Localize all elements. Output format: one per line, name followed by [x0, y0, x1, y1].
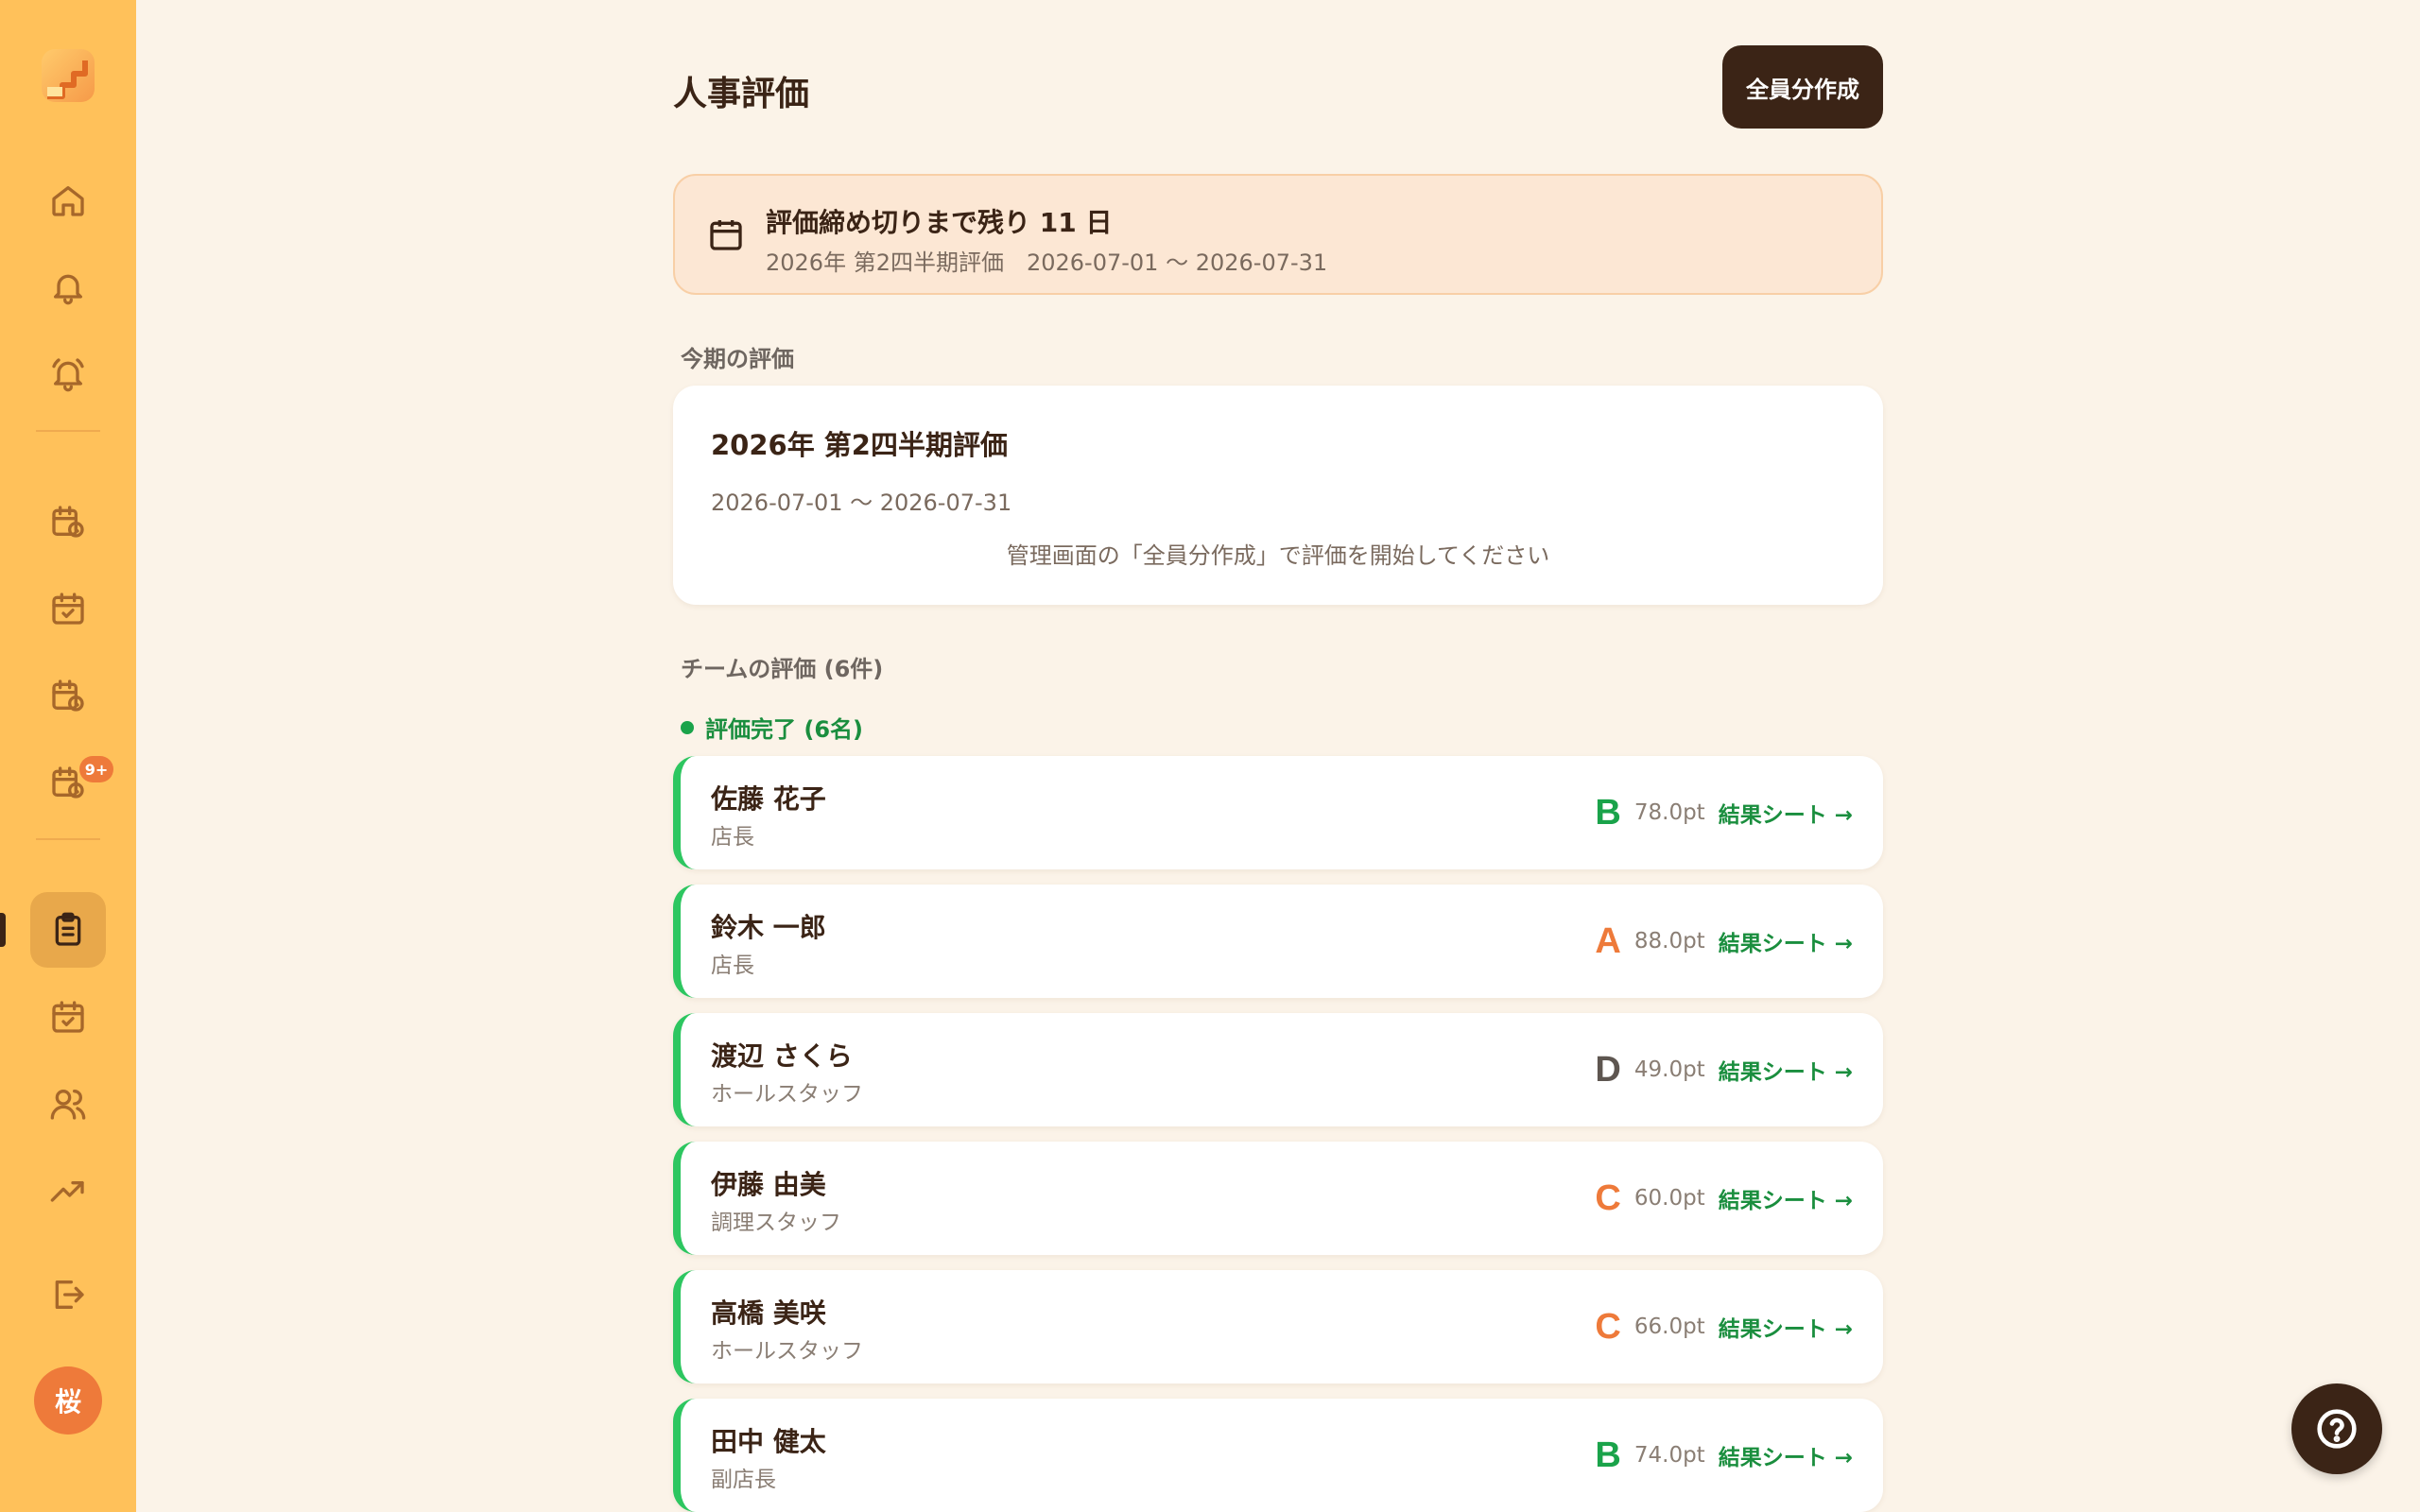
- member-role: 調理スタッフ: [711, 1211, 841, 1235]
- member-role: ホールスタッフ: [711, 1082, 863, 1107]
- calendar-clock-icon: [52, 679, 84, 712]
- page-title: 人事評価: [673, 75, 810, 113]
- member-result: A 88.0pt 結果シート →: [1595, 885, 1853, 998]
- deadline-title: 評価締め切りまで残り 11 日: [766, 207, 1113, 238]
- sidebar-divider: [36, 430, 100, 432]
- nav-home[interactable]: [30, 163, 106, 238]
- nav-calendar[interactable]: [30, 979, 106, 1055]
- member-result: B 74.0pt 結果シート →: [1595, 1399, 1853, 1512]
- current-section-label: 今期の評価: [681, 346, 794, 372]
- trending-up-icon: [50, 1181, 84, 1202]
- current-evaluation-title: 2026年 第2四半期評価: [711, 429, 1008, 461]
- nav-evaluation[interactable]: [30, 892, 106, 968]
- result-sheet-link[interactable]: 結果シート →: [1719, 1439, 1853, 1471]
- result-sheet-link[interactable]: 結果シート →: [1719, 925, 1853, 957]
- member-grade: D: [1595, 1049, 1621, 1090]
- member-score: 88.0pt: [1634, 929, 1705, 954]
- calendar-check-icon: [52, 1001, 84, 1033]
- member-name: 田中 健太: [711, 1426, 826, 1457]
- member-card[interactable]: 田中 健太副店長 B 74.0pt 結果シート →: [673, 1399, 1883, 1512]
- create-all-button[interactable]: 全員分作成: [1722, 45, 1883, 129]
- nav-alerts[interactable]: [30, 336, 106, 412]
- member-grade: C: [1595, 1177, 1621, 1218]
- bell-ring-icon: [52, 358, 84, 392]
- member-name: 伊藤 由美: [711, 1169, 826, 1200]
- app-logo[interactable]: [34, 42, 102, 110]
- calendar-check-icon: [52, 593, 84, 625]
- member-score: 74.0pt: [1634, 1443, 1705, 1468]
- nav-schedule[interactable]: [30, 571, 106, 646]
- member-name: 渡辺 さくら: [711, 1040, 853, 1072]
- member-card[interactable]: 佐藤 花子店長 B 78.0pt 結果シート →: [673, 756, 1883, 869]
- active-indicator: [0, 913, 6, 947]
- member-result: D 49.0pt 結果シート →: [1595, 1013, 1853, 1126]
- nav-shifts[interactable]: [30, 484, 106, 559]
- member-grade: A: [1595, 920, 1621, 961]
- result-sheet-link[interactable]: 結果シート →: [1719, 1311, 1853, 1343]
- team-section-label: チームの評価 (6件): [681, 656, 884, 682]
- deadline-banner: 評価締め切りまで残り 11 日 2026年 第2四半期評価 2026-07-01…: [673, 174, 1883, 295]
- current-evaluation-message: 管理画面の「全員分作成」で評価を開始してください: [1006, 542, 1550, 569]
- member-result: C 66.0pt 結果シート →: [1595, 1270, 1853, 1383]
- member-card[interactable]: 鈴木 一郎店長 A 88.0pt 結果シート →: [673, 885, 1883, 998]
- member-score: 66.0pt: [1634, 1314, 1705, 1339]
- nav-notifications[interactable]: [30, 249, 106, 325]
- nav-attendance[interactable]: [30, 658, 106, 733]
- help-button[interactable]: [2291, 1383, 2382, 1474]
- member-result: C 60.0pt 結果シート →: [1595, 1142, 1853, 1255]
- stairs-logo-icon: [42, 49, 95, 102]
- help-circle-icon: [2317, 1409, 2357, 1449]
- notification-badge: 9+: [79, 756, 113, 782]
- status-label: 評価完了 (6名): [705, 716, 863, 743]
- member-role: 店長: [711, 954, 754, 978]
- member-name: 高橋 美咲: [711, 1297, 826, 1329]
- status-dot-icon: [681, 720, 694, 734]
- member-result: B 78.0pt 結果シート →: [1595, 756, 1853, 869]
- nav-logout[interactable]: [30, 1257, 106, 1332]
- users-icon: [50, 1090, 86, 1120]
- home-icon: [52, 186, 84, 216]
- member-card[interactable]: 伊藤 由美調理スタッフ C 60.0pt 結果シート →: [673, 1142, 1883, 1255]
- status-group: 評価完了 (6名): [681, 711, 863, 744]
- clipboard-icon: [55, 912, 81, 946]
- sidebar: 9+ 桜: [0, 0, 136, 1512]
- deadline-subtitle: 2026年 第2四半期評価 2026-07-01 〜 2026-07-31: [766, 249, 1328, 276]
- member-role: ホールスタッフ: [711, 1339, 863, 1364]
- nav-staff[interactable]: [30, 1066, 106, 1142]
- calendar-clock-icon: [52, 506, 84, 538]
- member-grade: B: [1595, 792, 1621, 833]
- logout-icon: [55, 1280, 84, 1309]
- member-grade: B: [1595, 1435, 1621, 1475]
- member-role: 店長: [711, 825, 754, 850]
- result-sheet-link[interactable]: 結果シート →: [1719, 1182, 1853, 1214]
- bell-icon: [54, 274, 83, 305]
- sidebar-divider: [36, 838, 100, 840]
- member-score: 60.0pt: [1634, 1186, 1705, 1211]
- member-card[interactable]: 高橋 美咲ホールスタッフ C 66.0pt 結果シート →: [673, 1270, 1883, 1383]
- current-evaluation-range: 2026-07-01 〜 2026-07-31: [711, 490, 1012, 516]
- result-sheet-link[interactable]: 結果シート →: [1719, 797, 1853, 829]
- result-sheet-link[interactable]: 結果シート →: [1719, 1054, 1853, 1086]
- member-score: 49.0pt: [1634, 1057, 1705, 1082]
- member-name: 佐藤 花子: [711, 783, 826, 815]
- member-grade: C: [1595, 1306, 1621, 1347]
- current-evaluation-card[interactable]: 2026年 第2四半期評価 2026-07-01 〜 2026-07-31 管理…: [673, 386, 1883, 605]
- member-role: 副店長: [711, 1468, 776, 1492]
- nav-analytics[interactable]: [30, 1153, 106, 1228]
- member-card[interactable]: 渡辺 さくらホールスタッフ D 49.0pt 結果シート →: [673, 1013, 1883, 1126]
- user-avatar[interactable]: 桜: [34, 1366, 102, 1435]
- member-score: 78.0pt: [1634, 800, 1705, 825]
- calendar-icon: [707, 215, 745, 253]
- member-name: 鈴木 一郎: [711, 912, 826, 943]
